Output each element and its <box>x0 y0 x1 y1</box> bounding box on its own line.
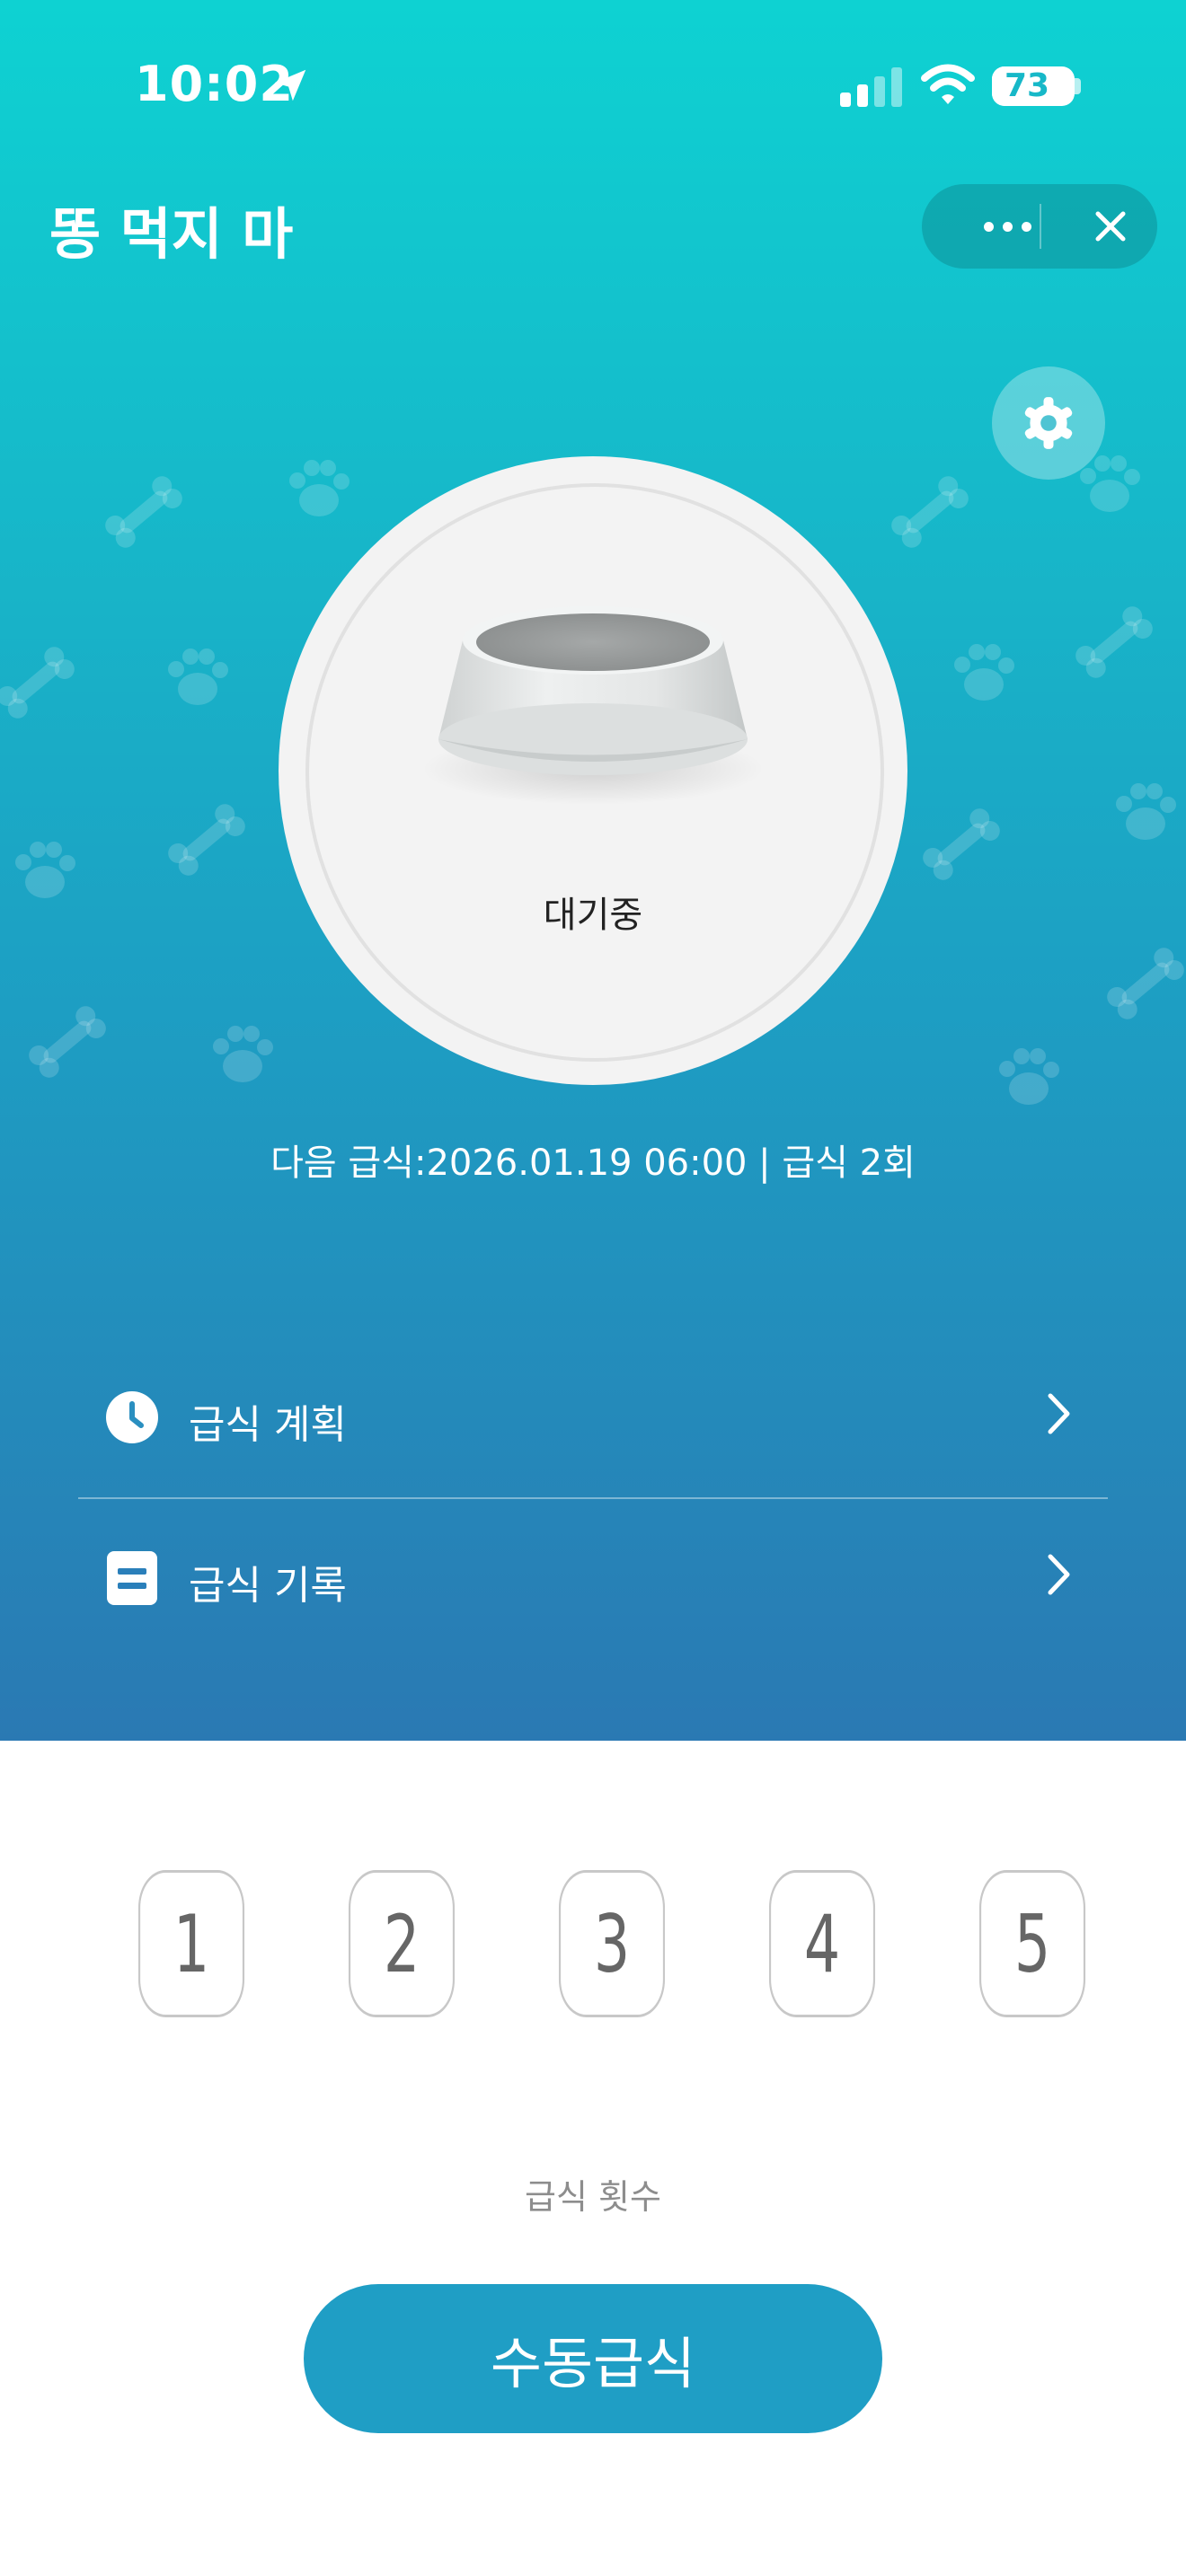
battery-percent: 73 <box>1004 67 1050 104</box>
more-button[interactable] <box>949 184 1066 269</box>
more-dot-icon <box>983 221 994 232</box>
cellular-signal-icon <box>840 67 902 107</box>
portion-option-2[interactable]: 2 <box>348 1870 456 2017</box>
menu-item-feeding-plan[interactable]: 급식 계획 <box>78 1338 1108 1497</box>
more-dot-icon <box>1002 221 1013 232</box>
portion-selector: 1 2 3 4 5 <box>0 1870 1087 2025</box>
menu-item-label: 급식 기록 <box>189 1563 347 1609</box>
portion-label: 급식 횟수 <box>525 2177 661 2217</box>
food-bowl-image <box>422 606 764 805</box>
mini-program-capsule <box>922 184 1157 269</box>
manual-feed-button[interactable]: 수동급식 <box>304 2284 882 2433</box>
portion-option-5[interactable]: 5 <box>978 1870 1086 2017</box>
chevron-right-icon <box>1048 1554 1070 1595</box>
portion-option-3[interactable]: 3 <box>558 1870 666 2017</box>
gear-icon <box>1024 397 1073 449</box>
close-icon <box>1095 211 1126 242</box>
next-feeding-info: 다음 급식:2026.01.19 06:00 | 급식 2회 <box>270 1142 916 1184</box>
battery-icon: 73 <box>992 66 1075 106</box>
feeding-menu: 급식 계획 급식 기록 <box>78 1338 1108 1658</box>
menu-item-label: 급식 계획 <box>189 1402 347 1448</box>
menu-item-feeding-history[interactable]: 급식 기록 <box>78 1499 1108 1658</box>
location-arrow-icon <box>274 69 306 101</box>
settings-button[interactable] <box>992 366 1105 480</box>
clock-icon <box>106 1391 158 1443</box>
portion-option-4[interactable]: 4 <box>768 1870 876 2017</box>
wifi-icon <box>921 64 975 104</box>
page-title: 똥 먹지 마 <box>49 201 294 267</box>
feeder-status-circle: 대기중 <box>279 456 907 1085</box>
more-dot-icon <box>1021 221 1031 232</box>
close-button[interactable] <box>1066 184 1155 269</box>
capsule-divider <box>1040 204 1041 249</box>
feeder-status-text: 대기중 <box>543 895 643 936</box>
chevron-right-icon <box>1048 1393 1070 1434</box>
portion-option-1[interactable]: 1 <box>137 1870 245 2017</box>
document-icon <box>107 1551 157 1605</box>
battery-cap <box>1075 78 1081 94</box>
header-panel: 10:02 73 똥 먹지 마 대기중 다음 급식:2026.01.19 06:… <box>0 0 1186 1741</box>
status-bar: 10:02 73 <box>0 0 1186 171</box>
